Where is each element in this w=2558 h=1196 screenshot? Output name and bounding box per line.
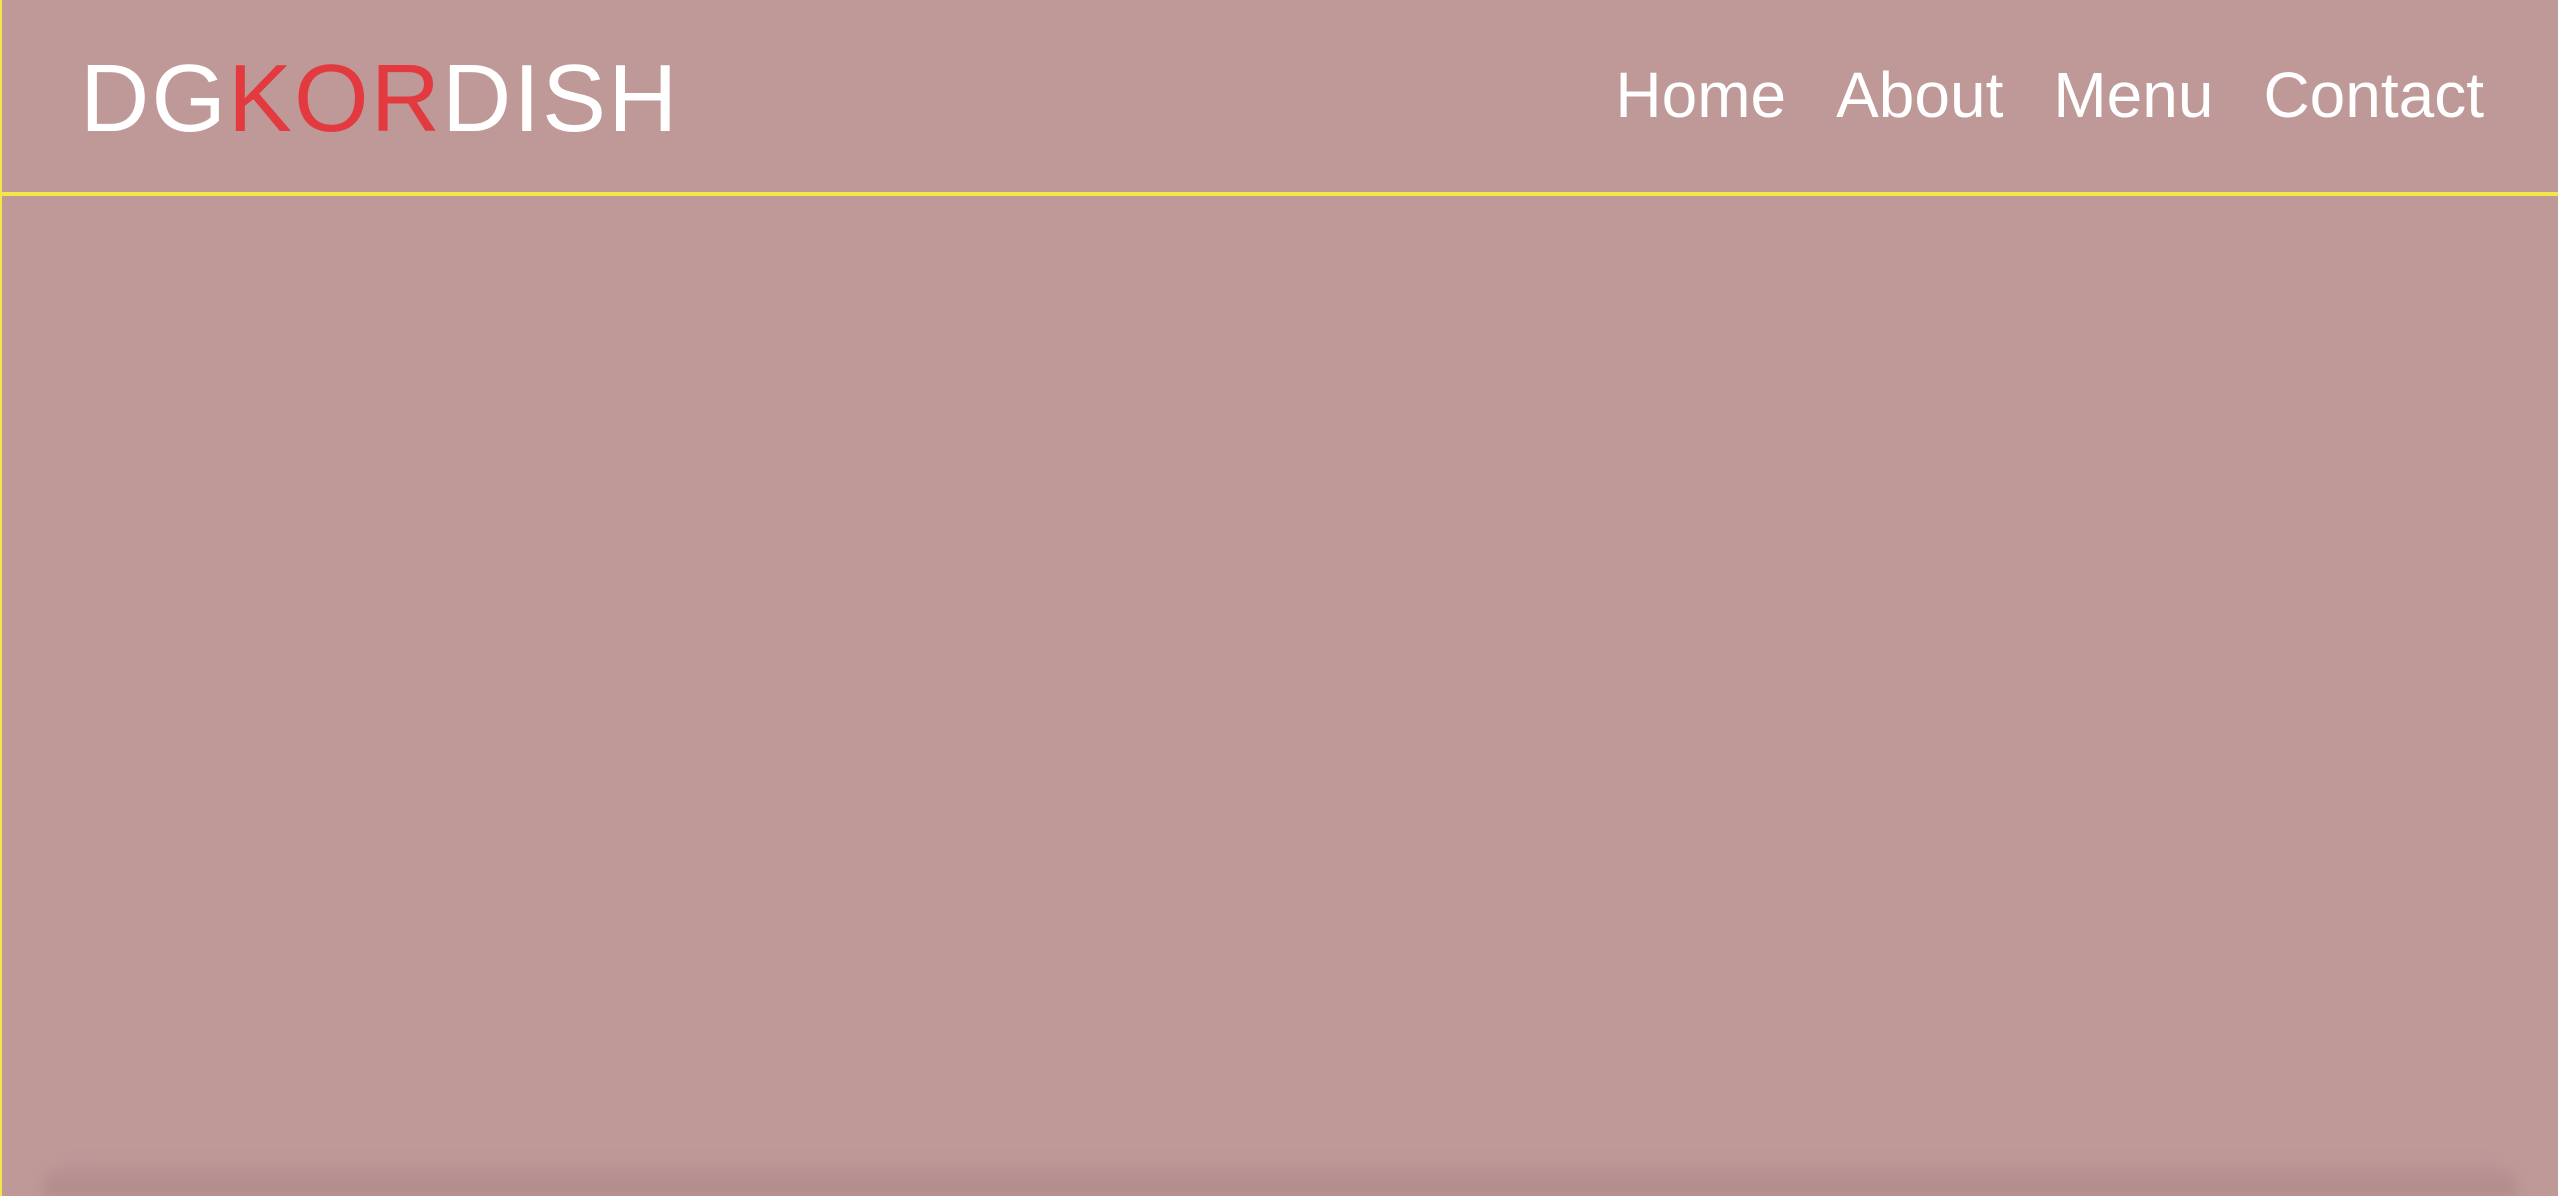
nav-link-home[interactable]: Home <box>1615 60 1786 130</box>
bottom-shadow <box>42 1156 2518 1196</box>
logo-highlight: KOR <box>228 45 443 152</box>
nav-link-menu[interactable]: Menu <box>2053 60 2213 130</box>
logo-suffix: DISH <box>442 45 680 152</box>
logo-prefix: DG <box>80 45 228 152</box>
main-content-area <box>2 200 2558 1196</box>
site-logo[interactable]: DGKORDISH <box>80 44 679 154</box>
page: DGKORDISH Home About Menu Contact <box>0 0 2558 1196</box>
nav-link-contact[interactable]: Contact <box>2263 60 2484 130</box>
nav-link-about[interactable]: About <box>1836 60 2003 130</box>
site-header: DGKORDISH Home About Menu Contact <box>2 0 2558 196</box>
main-nav: Home About Menu Contact <box>1615 60 2484 130</box>
